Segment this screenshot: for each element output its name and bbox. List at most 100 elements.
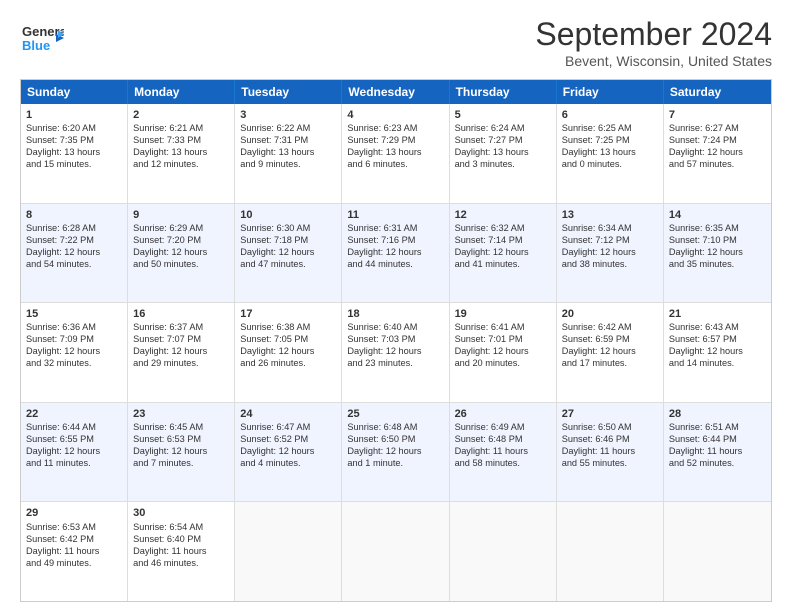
day-info-line: Sunrise: 6:40 AM — [347, 322, 443, 334]
calendar-cell: 27Sunrise: 6:50 AMSunset: 6:46 PMDayligh… — [557, 403, 664, 502]
main-title: September 2024 — [535, 16, 772, 53]
day-info-line: Sunset: 7:10 PM — [669, 235, 766, 247]
day-info-line: Sunrise: 6:25 AM — [562, 123, 658, 135]
calendar-cell: 28Sunrise: 6:51 AMSunset: 6:44 PMDayligh… — [664, 403, 771, 502]
calendar-cell: 5Sunrise: 6:24 AMSunset: 7:27 PMDaylight… — [450, 104, 557, 203]
day-info-line: Sunrise: 6:22 AM — [240, 123, 336, 135]
day-info-line: Daylight: 12 hours — [26, 446, 122, 458]
day-info-line: Sunrise: 6:45 AM — [133, 422, 229, 434]
day-info-line: Daylight: 13 hours — [240, 147, 336, 159]
calendar-cell: 2Sunrise: 6:21 AMSunset: 7:33 PMDaylight… — [128, 104, 235, 203]
title-area: September 2024 Bevent, Wisconsin, United… — [535, 16, 772, 69]
day-number: 5 — [455, 108, 551, 122]
calendar-cell: 1Sunrise: 6:20 AMSunset: 7:35 PMDaylight… — [21, 104, 128, 203]
calendar-cell: 30Sunrise: 6:54 AMSunset: 6:40 PMDayligh… — [128, 502, 235, 601]
day-info-line: and 55 minutes. — [562, 458, 658, 470]
day-info-line: Daylight: 12 hours — [562, 346, 658, 358]
header-wednesday: Wednesday — [342, 80, 449, 104]
day-info-line: Sunset: 7:18 PM — [240, 235, 336, 247]
day-number: 6 — [562, 108, 658, 122]
day-info-line: Sunset: 6:40 PM — [133, 534, 229, 546]
calendar-cell — [450, 502, 557, 601]
page: General Blue September 2024 Bevent, Wisc… — [0, 0, 792, 612]
calendar-cell: 3Sunrise: 6:22 AMSunset: 7:31 PMDaylight… — [235, 104, 342, 203]
day-info-line: and 52 minutes. — [669, 458, 766, 470]
day-info-line: Sunrise: 6:41 AM — [455, 322, 551, 334]
calendar-cell: 15Sunrise: 6:36 AMSunset: 7:09 PMDayligh… — [21, 303, 128, 402]
day-info-line: Sunset: 6:46 PM — [562, 434, 658, 446]
day-info-line: Sunrise: 6:53 AM — [26, 522, 122, 534]
day-info-line: Sunrise: 6:54 AM — [133, 522, 229, 534]
day-info-line: Daylight: 12 hours — [240, 446, 336, 458]
day-number: 28 — [669, 407, 766, 421]
calendar-row-4: 29Sunrise: 6:53 AMSunset: 6:42 PMDayligh… — [21, 502, 771, 601]
calendar-cell: 7Sunrise: 6:27 AMSunset: 7:24 PMDaylight… — [664, 104, 771, 203]
day-info-line: and 32 minutes. — [26, 358, 122, 370]
day-info-line: and 29 minutes. — [133, 358, 229, 370]
day-info-line: Sunset: 6:57 PM — [669, 334, 766, 346]
day-info-line: Daylight: 12 hours — [133, 247, 229, 259]
calendar-cell: 11Sunrise: 6:31 AMSunset: 7:16 PMDayligh… — [342, 204, 449, 303]
day-info-line: Daylight: 11 hours — [133, 546, 229, 558]
calendar-cell: 16Sunrise: 6:37 AMSunset: 7:07 PMDayligh… — [128, 303, 235, 402]
day-info-line: and 9 minutes. — [240, 159, 336, 171]
day-info-line: Daylight: 12 hours — [240, 346, 336, 358]
day-info-line: Daylight: 13 hours — [562, 147, 658, 159]
day-number: 16 — [133, 307, 229, 321]
day-info-line: and 1 minute. — [347, 458, 443, 470]
day-info-line: Daylight: 11 hours — [562, 446, 658, 458]
day-number: 7 — [669, 108, 766, 122]
day-number: 18 — [347, 307, 443, 321]
calendar-cell: 21Sunrise: 6:43 AMSunset: 6:57 PMDayligh… — [664, 303, 771, 402]
day-info-line: and 54 minutes. — [26, 259, 122, 271]
calendar-cell: 10Sunrise: 6:30 AMSunset: 7:18 PMDayligh… — [235, 204, 342, 303]
day-info-line: and 7 minutes. — [133, 458, 229, 470]
day-info-line: and 6 minutes. — [347, 159, 443, 171]
day-info-line: Daylight: 12 hours — [347, 346, 443, 358]
logo: General Blue — [20, 16, 64, 65]
day-info-line: Sunrise: 6:36 AM — [26, 322, 122, 334]
calendar: Sunday Monday Tuesday Wednesday Thursday… — [20, 79, 772, 602]
day-info-line: Daylight: 13 hours — [347, 147, 443, 159]
calendar-body: 1Sunrise: 6:20 AMSunset: 7:35 PMDaylight… — [21, 104, 771, 601]
day-info-line: Daylight: 13 hours — [455, 147, 551, 159]
day-number: 15 — [26, 307, 122, 321]
day-number: 19 — [455, 307, 551, 321]
calendar-cell: 14Sunrise: 6:35 AMSunset: 7:10 PMDayligh… — [664, 204, 771, 303]
day-info-line: Sunrise: 6:35 AM — [669, 223, 766, 235]
day-info-line: Daylight: 13 hours — [26, 147, 122, 159]
day-info-line: Sunset: 7:05 PM — [240, 334, 336, 346]
day-number: 27 — [562, 407, 658, 421]
day-number: 29 — [26, 506, 122, 520]
day-info-line: Sunset: 7:01 PM — [455, 334, 551, 346]
calendar-cell: 26Sunrise: 6:49 AMSunset: 6:48 PMDayligh… — [450, 403, 557, 502]
day-info-line: and 58 minutes. — [455, 458, 551, 470]
day-info-line: Sunset: 6:59 PM — [562, 334, 658, 346]
calendar-row-0: 1Sunrise: 6:20 AMSunset: 7:35 PMDaylight… — [21, 104, 771, 204]
day-number: 23 — [133, 407, 229, 421]
day-info-line: Sunset: 7:27 PM — [455, 135, 551, 147]
day-info-line: Sunrise: 6:32 AM — [455, 223, 551, 235]
day-info-line: Sunset: 6:50 PM — [347, 434, 443, 446]
day-info-line: Sunset: 7:07 PM — [133, 334, 229, 346]
day-number: 9 — [133, 208, 229, 222]
day-info-line: and 44 minutes. — [347, 259, 443, 271]
day-number: 1 — [26, 108, 122, 122]
day-info-line: Sunset: 7:14 PM — [455, 235, 551, 247]
day-info-line: Sunrise: 6:49 AM — [455, 422, 551, 434]
calendar-cell: 18Sunrise: 6:40 AMSunset: 7:03 PMDayligh… — [342, 303, 449, 402]
day-info-line: Sunset: 6:48 PM — [455, 434, 551, 446]
day-number: 2 — [133, 108, 229, 122]
day-info-line: Sunset: 6:53 PM — [133, 434, 229, 446]
day-info-line: Sunrise: 6:23 AM — [347, 123, 443, 135]
calendar-row-1: 8Sunrise: 6:28 AMSunset: 7:22 PMDaylight… — [21, 204, 771, 304]
day-info-line: Sunrise: 6:21 AM — [133, 123, 229, 135]
day-number: 12 — [455, 208, 551, 222]
day-info-line: Sunset: 6:52 PM — [240, 434, 336, 446]
calendar-cell: 19Sunrise: 6:41 AMSunset: 7:01 PMDayligh… — [450, 303, 557, 402]
day-info-line: Sunset: 7:20 PM — [133, 235, 229, 247]
day-info-line: and 15 minutes. — [26, 159, 122, 171]
day-info-line: Daylight: 12 hours — [669, 247, 766, 259]
day-info-line: and 3 minutes. — [455, 159, 551, 171]
day-info-line: Daylight: 12 hours — [240, 247, 336, 259]
